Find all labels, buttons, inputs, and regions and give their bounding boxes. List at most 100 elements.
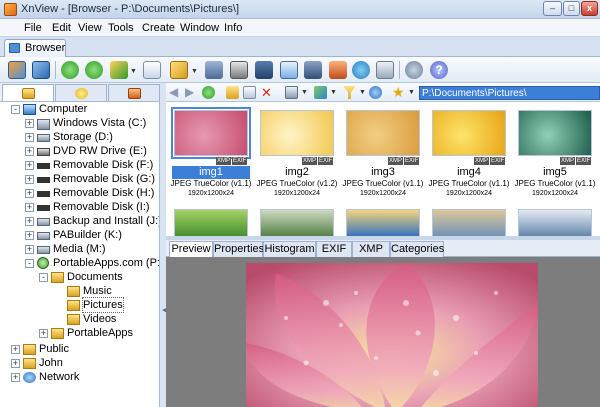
thumbnail-image[interactable] [260, 209, 334, 236]
tab-favorites[interactable] [55, 84, 107, 101]
expand-icon[interactable]: + [11, 345, 20, 354]
menu-create[interactable]: Create [142, 22, 175, 34]
thumbnail-item[interactable]: XMP EXIF img4 JPEG TrueColor (v1.1) 1920… [428, 108, 510, 204]
sort-icon[interactable] [314, 86, 327, 99]
chevron-down-icon[interactable]: ▼ [130, 68, 137, 75]
fullscreen-icon[interactable] [32, 61, 50, 79]
tab-preview[interactable]: Preview [169, 241, 213, 258]
forward-arrow-icon[interactable]: ▶ [185, 86, 198, 99]
tree-node-john[interactable]: + John [0, 356, 159, 370]
thumbnail-item[interactable]: XMP EXIF img5 JPEG TrueColor (v1.1) 1920… [514, 108, 596, 204]
thumbnail-image[interactable] [174, 209, 248, 236]
help-icon[interactable]: ? [430, 61, 448, 79]
chevron-down-icon[interactable]: ▼ [330, 89, 337, 96]
expand-icon[interactable]: + [25, 147, 34, 156]
rotate-left-icon[interactable] [61, 61, 79, 79]
tab-exif[interactable]: EXIF [316, 241, 352, 257]
refresh-icon[interactable] [369, 86, 382, 99]
tree-node-portableapps-drive[interactable]: - PortableApps.com (P:) [0, 256, 159, 270]
delete-icon[interactable]: ✕ [260, 86, 273, 99]
file-properties-icon[interactable] [143, 61, 161, 79]
collapse-icon[interactable]: - [11, 105, 20, 114]
tab-categories[interactable]: Categories [390, 241, 444, 257]
tab-xmp[interactable]: XMP [352, 241, 390, 257]
expand-icon[interactable]: + [25, 119, 34, 128]
menu-window[interactable]: Window [180, 22, 219, 34]
tree-node-network[interactable]: + Network [0, 370, 159, 384]
menu-file[interactable]: File [24, 22, 42, 34]
tree-node-computer[interactable]: - Computer [0, 102, 159, 116]
preview-image[interactable] [246, 263, 538, 407]
back-arrow-icon[interactable]: ◀ [169, 86, 182, 99]
thumbnail-image[interactable] [432, 209, 506, 236]
tree-node-removable-h[interactable]: + Removable Disk (H:) [0, 186, 159, 200]
tree-node-media[interactable]: + Media (M:) [0, 242, 159, 256]
expand-icon[interactable]: + [25, 245, 34, 254]
menu-info[interactable]: Info [224, 22, 242, 34]
contact-sheet-icon[interactable] [376, 61, 394, 79]
thumbnail-image[interactable] [346, 209, 420, 236]
tree-node-removable-i[interactable]: + Removable Disk (I:) [0, 200, 159, 214]
path-input[interactable]: P:\Documents\Pictures\ [419, 86, 600, 100]
slideshow-icon[interactable] [280, 61, 298, 79]
expand-icon[interactable]: + [25, 231, 34, 240]
tab-browser[interactable]: Browser [4, 39, 66, 57]
binoculars-search-icon[interactable] [205, 61, 223, 79]
rename-icon[interactable] [243, 86, 256, 99]
expand-icon[interactable]: + [25, 133, 34, 142]
new-folder-icon[interactable] [226, 86, 239, 99]
minimize-button[interactable]: – [543, 1, 562, 16]
tree-node-public[interactable]: + Public [0, 342, 159, 356]
chevron-down-icon[interactable]: ▼ [191, 68, 198, 75]
filter-icon[interactable] [343, 86, 356, 99]
web-page-icon[interactable] [352, 61, 370, 79]
tree-node-music[interactable]: Music [0, 284, 159, 298]
tab-categories[interactable] [108, 84, 160, 101]
tree-node-removable-f[interactable]: + Removable Disk (F:) [0, 158, 159, 172]
collapse-icon[interactable]: - [25, 259, 34, 268]
expand-icon[interactable]: + [25, 189, 34, 198]
expand-icon[interactable]: + [25, 217, 34, 226]
capture-icon[interactable] [304, 61, 322, 79]
expand-icon[interactable]: + [25, 175, 34, 184]
menu-edit[interactable]: Edit [52, 22, 71, 34]
tree-node-storage[interactable]: + Storage (D:) [0, 130, 159, 144]
collapse-icon[interactable]: - [39, 273, 48, 282]
expand-icon[interactable]: + [25, 161, 34, 170]
parent-folder-icon[interactable] [202, 86, 215, 99]
convert-icon[interactable] [329, 61, 347, 79]
chevron-down-icon[interactable]: ▼ [301, 89, 308, 96]
tree-node-pictures[interactable]: Pictures [0, 297, 159, 313]
tree-node-documents[interactable]: - Documents [0, 270, 159, 284]
favorite-star-icon[interactable]: ★ [392, 85, 405, 99]
scanner-icon[interactable] [255, 61, 273, 79]
thumbnail-item[interactable]: XMP EXIF img1 JPEG TrueColor (v1.1) 1920… [170, 107, 252, 204]
tree-node-windows-vista[interactable]: + Windows Vista (C:) [0, 116, 159, 130]
tab-properties[interactable]: Properties [213, 241, 264, 257]
tree-node-videos[interactable]: Videos [0, 312, 159, 326]
expand-icon[interactable]: + [11, 359, 20, 368]
tree-node-backup[interactable]: + Backup and Install (J:) [0, 214, 159, 228]
chevron-down-icon[interactable]: ▼ [359, 89, 366, 96]
rotate-right-icon[interactable] [85, 61, 103, 79]
close-button[interactable]: x [581, 1, 598, 16]
copy-to-folder-icon[interactable] [170, 61, 188, 79]
tree-node-pabuilder[interactable]: + PABuilder (K:) [0, 228, 159, 242]
chevron-down-icon[interactable]: ▼ [408, 89, 415, 96]
view-mode-icon[interactable] [110, 61, 128, 79]
expand-icon[interactable]: + [11, 373, 20, 382]
print-icon[interactable] [230, 61, 248, 79]
maximize-button[interactable]: □ [563, 1, 580, 16]
tab-folders[interactable] [2, 84, 54, 101]
tab-histogram[interactable]: Histogram [263, 241, 316, 257]
tree-node-removable-g[interactable]: + Removable Disk (G:) [0, 172, 159, 186]
menu-tools[interactable]: Tools [108, 22, 134, 34]
tree-node-portableapps[interactable]: + PortableApps [0, 326, 159, 340]
tree-node-dvd[interactable]: + DVD RW Drive (E:) [0, 144, 159, 158]
xnview-app-icon[interactable] [4, 3, 17, 16]
thumbnail-image[interactable] [518, 209, 592, 236]
thumbnail-view-icon[interactable] [285, 86, 298, 99]
thumbnail-item[interactable]: XMP EXIF img3 JPEG TrueColor (v1.1) 1920… [342, 108, 424, 204]
menu-view[interactable]: View [78, 22, 102, 34]
expand-icon[interactable]: + [25, 203, 34, 212]
